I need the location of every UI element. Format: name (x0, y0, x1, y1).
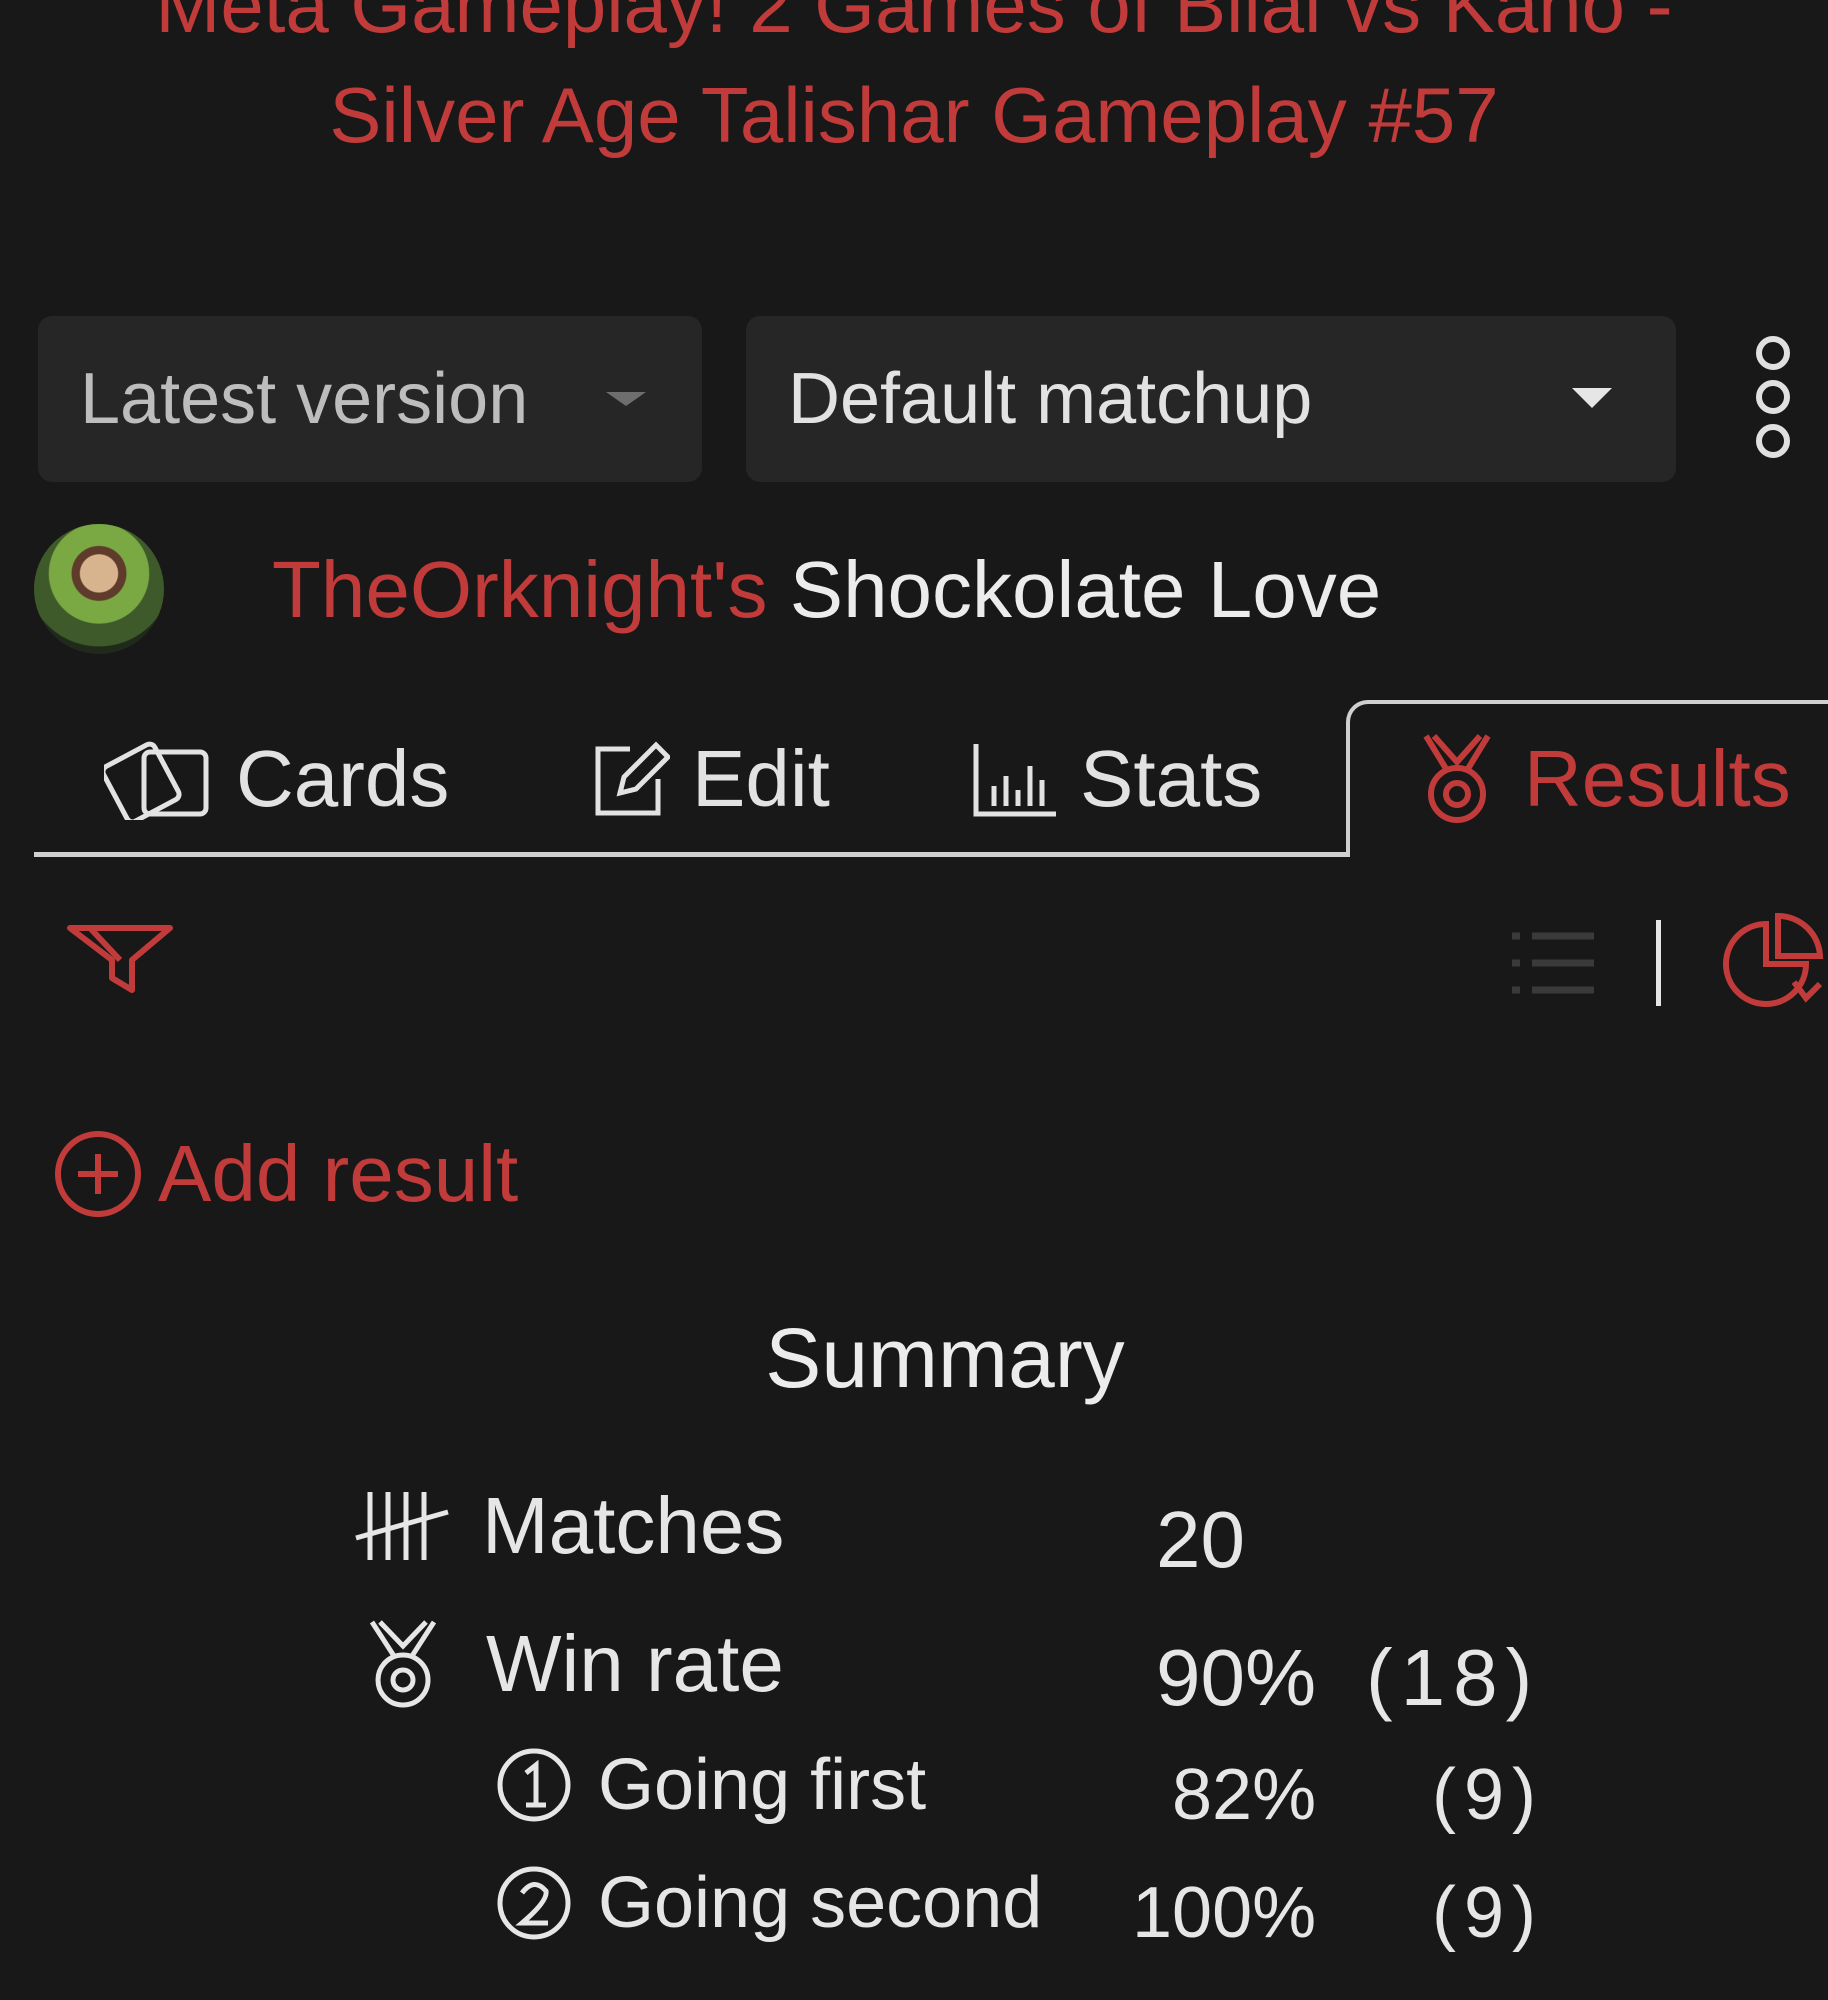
chevron-down-icon (606, 392, 646, 406)
going-first-count: (9) (1432, 1755, 1544, 1835)
deck-name: Shockolate Love (789, 545, 1382, 634)
win-rate-label: Win rate (486, 1619, 784, 1708)
version-select-value: Latest version (80, 359, 529, 439)
going-second-value: 100% (1132, 1873, 1317, 1953)
tab-stats[interactable]: Stats (972, 720, 1262, 838)
going-first-label: Going first (598, 1745, 927, 1825)
add-result-label: Add result (158, 1129, 519, 1218)
medal-icon (369, 1620, 437, 1708)
tab-label: Cards (236, 734, 450, 823)
win-rate-count: (18) (1366, 1633, 1541, 1722)
number-two-icon (497, 1866, 571, 1940)
going-first-value: 82% (1172, 1755, 1317, 1835)
edit-icon (595, 741, 670, 816)
list-view-icon[interactable] (1510, 928, 1596, 998)
matches-value: 20 (1156, 1495, 1245, 1584)
matchup-select[interactable]: Default matchup (746, 316, 1676, 482)
deck-title: TheOrknight's Shockolate Love (272, 540, 1381, 640)
chevron-down-icon (1572, 388, 1612, 408)
matchup-select-value: Default matchup (788, 359, 1313, 439)
win-rate-value: 90% (1156, 1633, 1317, 1722)
summary-row-matches: Matches 20 (0, 1480, 1828, 1584)
deck-owner-link[interactable]: TheOrknight's (272, 545, 767, 634)
video-title-line-2[interactable]: Silver Age Talishar Gameplay #57 (0, 70, 1828, 160)
tabs-underline (34, 852, 1350, 857)
summary-row-going-second: Going second 100% (9) (0, 1862, 1828, 1962)
tab-edit[interactable]: Edit (586, 720, 830, 838)
filter-icon[interactable] (66, 920, 176, 996)
matches-label: Matches (482, 1481, 785, 1570)
tab-label: Results (1524, 734, 1791, 823)
tab-label: Edit (692, 734, 830, 823)
bar-chart-icon (973, 744, 1056, 817)
video-title-line-1[interactable]: Meta Gameplay! 2 Games of Bilal vs Kano … (0, 0, 1828, 50)
toolbar-divider (1656, 920, 1661, 1006)
more-options-icon[interactable] (1748, 336, 1800, 466)
add-result-button[interactable]: Add result (52, 1128, 518, 1220)
summary-row-going-first: Going first 82% (9) (0, 1744, 1828, 1844)
number-one-icon (497, 1748, 571, 1822)
tab-results[interactable]: Results (1412, 720, 1791, 838)
medal-icon (1423, 734, 1491, 823)
tab-label: Stats (1080, 734, 1263, 823)
add-circle-icon (55, 1131, 141, 1217)
summary-row-win-rate: Win rate 90% (18) (0, 1618, 1828, 1722)
avatar[interactable] (34, 524, 164, 654)
cards-icon (104, 741, 209, 820)
summary-title: Summary (765, 1311, 1125, 1405)
going-second-count: (9) (1432, 1873, 1544, 1953)
going-second-label: Going second (598, 1863, 1043, 1943)
tally-icon (355, 1492, 449, 1560)
pie-chart-icon[interactable] (1722, 912, 1828, 1018)
tab-cards[interactable]: Cards (104, 720, 449, 838)
version-select[interactable]: Latest version (38, 316, 702, 482)
